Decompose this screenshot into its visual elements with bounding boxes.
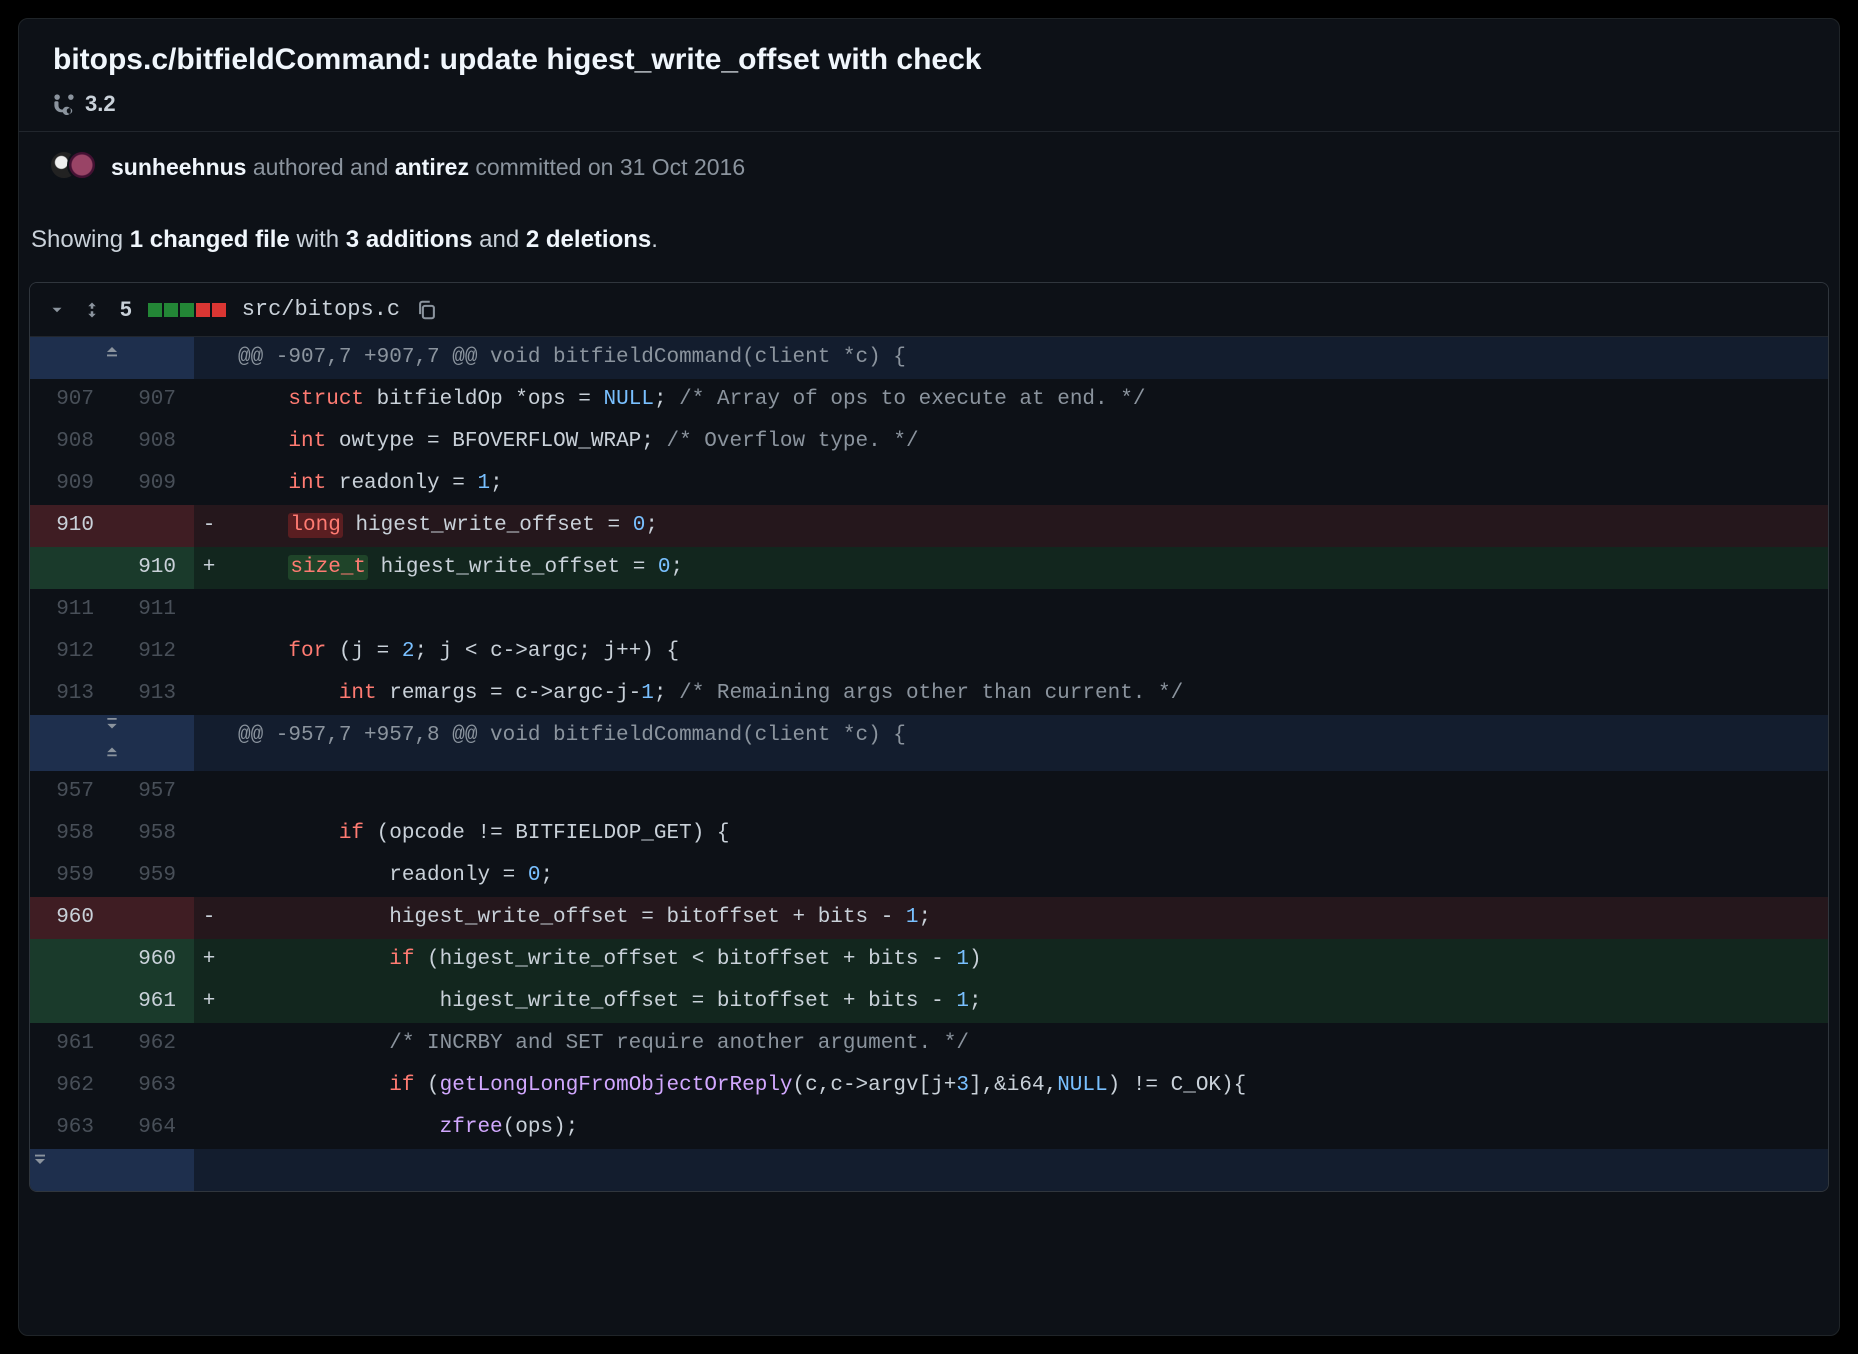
file-diff: 5 src/bitops.c @@ -907,7 +907,7 @@ void …: [29, 282, 1829, 1192]
author-line: sunheehnus authored and antirez committe…: [111, 154, 745, 181]
expand-hunk[interactable]: [30, 1149, 194, 1191]
branch-name[interactable]: 3.2: [85, 91, 116, 117]
change-count: 5: [120, 298, 132, 322]
diff-line[interactable]: 961962 /* INCRBY and SET require another…: [30, 1023, 1828, 1065]
file-path[interactable]: src/bitops.c: [242, 297, 400, 322]
diff-summary: Showing 1 changed file with 3 additions …: [19, 202, 1839, 282]
file-header: 5 src/bitops.c: [30, 283, 1828, 337]
diff-line[interactable]: 908908 int owtype = BFOVERFLOW_WRAP; /* …: [30, 421, 1828, 463]
diff-line[interactable]: 961+ higest_write_offset = bitoffset + b…: [30, 981, 1828, 1023]
diff-line[interactable]: 909909 int readonly = 1;: [30, 463, 1828, 505]
avatar-stack: [49, 150, 97, 184]
commit-header: bitops.c/bitfieldCommand: update higest_…: [19, 19, 1839, 131]
diff-line[interactable]: 910+ size_t higest_write_offset = 0;: [30, 547, 1828, 589]
diff-line[interactable]: 960+ if (higest_write_offset < bitoffset…: [30, 939, 1828, 981]
diff-line[interactable]: 962963 if (getLongLongFromObjectOrReply(…: [30, 1065, 1828, 1107]
diff-line[interactable]: 959959 readonly = 0;: [30, 855, 1828, 897]
avatar[interactable]: [67, 150, 97, 180]
expand-hunk[interactable]: [30, 715, 194, 771]
branch-row: 3.2: [53, 91, 1805, 117]
chevron-down-icon[interactable]: [48, 301, 66, 319]
hunk-header: @@ -957,7 +957,8 @@ void bitfieldCommand…: [224, 715, 1828, 771]
diff-line[interactable]: 957957: [30, 771, 1828, 813]
diff-line[interactable]: 907907 struct bitfieldOp *ops = NULL; /*…: [30, 379, 1828, 421]
commit-title: bitops.c/bitfieldCommand: update higest_…: [53, 43, 1805, 77]
commit-view: bitops.c/bitfieldCommand: update higest_…: [18, 18, 1840, 1336]
author-link[interactable]: sunheehnus: [111, 154, 246, 180]
diff-line[interactable]: 912912 for (j = 2; j < c->argc; j++) {: [30, 631, 1828, 673]
expand-hunk[interactable]: [30, 337, 194, 379]
diff-line[interactable]: 958958 if (opcode != BITFIELDOP_GET) {: [30, 813, 1828, 855]
hunk-header: @@ -907,7 +907,7 @@ void bitfieldCommand…: [224, 337, 1828, 379]
diff-line[interactable]: 963964 zfree(ops);: [30, 1107, 1828, 1149]
diffstat: [148, 303, 226, 317]
branch-icon: [53, 93, 75, 115]
diff-line[interactable]: 911911: [30, 589, 1828, 631]
copy-icon[interactable]: [416, 299, 438, 321]
diff-line[interactable]: 910- long higest_write_offset = 0;: [30, 505, 1828, 547]
commit-date: on 31 Oct 2016: [588, 154, 745, 180]
committer-link[interactable]: antirez: [395, 154, 469, 180]
diff-table: @@ -907,7 +907,7 @@ void bitfieldCommand…: [30, 337, 1828, 1191]
expand-icon[interactable]: [82, 300, 102, 320]
author-bar: sunheehnus authored and antirez committe…: [19, 131, 1839, 202]
diff-line[interactable]: 913913 int remargs = c->argc-j-1; /* Rem…: [30, 673, 1828, 715]
diff-line[interactable]: 960- higest_write_offset = bitoffset + b…: [30, 897, 1828, 939]
